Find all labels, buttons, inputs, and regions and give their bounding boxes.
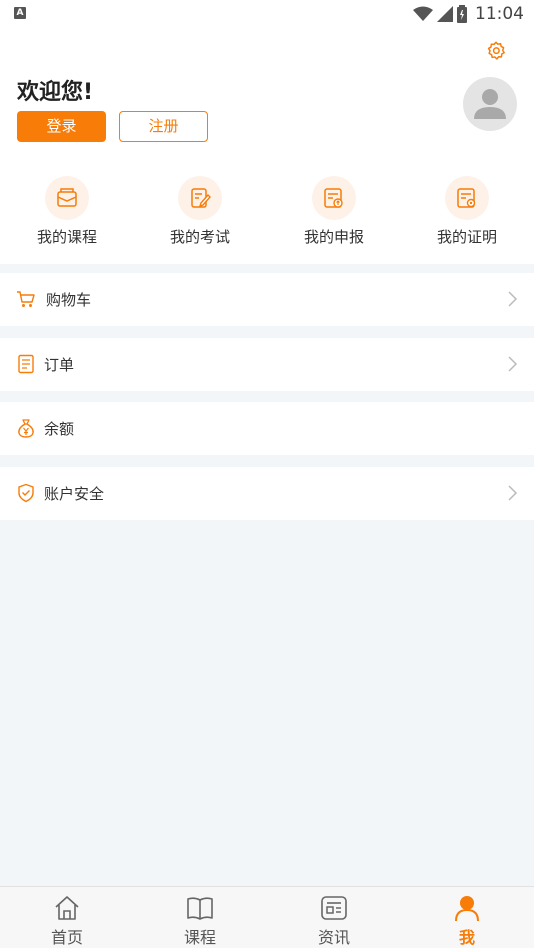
shortcut-my-declarations[interactable]: 我的申报: [284, 176, 384, 260]
course-icon: [57, 188, 77, 207]
balance-icon: [18, 419, 34, 438]
home-icon: [55, 896, 79, 920]
person-icon: [455, 896, 479, 922]
signal-icon: [437, 6, 453, 22]
shortcut-label: 我的考试: [169, 228, 230, 246]
tab-label: 课程: [183, 928, 216, 947]
shortcut-label: 我的申报: [303, 228, 364, 246]
settings-gear-icon[interactable]: [485, 40, 507, 62]
tab-home[interactable]: 首页: [0, 887, 134, 948]
register-button[interactable]: 注册: [119, 111, 208, 142]
welcome-title: 欢迎您!: [17, 80, 94, 105]
shield-icon: [18, 483, 34, 503]
tab-me[interactable]: 我: [400, 887, 534, 948]
news-icon: [321, 896, 347, 920]
shortcut-my-exams[interactable]: 我的考试: [150, 176, 250, 260]
clock: 11:04: [475, 4, 524, 24]
shortcut-my-courses[interactable]: 我的课程: [17, 176, 117, 260]
menu-label: 账户安全: [44, 485, 105, 503]
menu-label: 订单: [44, 356, 75, 374]
avatar[interactable]: [463, 77, 517, 131]
shortcut-label: 我的课程: [36, 228, 97, 246]
wifi-icon: [413, 6, 433, 21]
login-button[interactable]: 登录: [17, 111, 106, 142]
shortcut-grid: 我的课程 我的考试 我的申报 我的证明: [0, 176, 534, 260]
chevron-right-icon: [508, 291, 518, 307]
shortcut-label: 我的证明: [436, 228, 497, 246]
menu-item-cart[interactable]: 购物车: [0, 273, 534, 326]
exam-icon: [191, 188, 211, 208]
menu-item-balance[interactable]: 余额: [0, 402, 534, 455]
tab-label: 我: [458, 928, 475, 947]
declaration-icon: [324, 188, 343, 208]
status-bar: A 11:04: [0, 0, 534, 28]
shortcut-my-certificates[interactable]: 我的证明: [417, 176, 517, 260]
tab-label: 资讯: [317, 928, 350, 947]
profile-header: 欢迎您! 登录 注册 我的课程 我的考试 我的申报 我的证明: [0, 28, 534, 264]
chevron-right-icon: [508, 356, 518, 372]
battery-icon: [457, 5, 467, 23]
menu-item-account-security[interactable]: 账户安全: [0, 467, 534, 520]
cart-icon: [17, 291, 35, 307]
menu-item-orders[interactable]: 订单: [0, 338, 534, 391]
chevron-right-icon: [508, 485, 518, 501]
menu-label: 余额: [44, 420, 75, 438]
tab-news[interactable]: 资讯: [267, 887, 401, 948]
bottom-tab-bar: 首页 课程 资讯 我: [0, 886, 534, 948]
book-icon: [187, 897, 213, 920]
order-icon: [18, 354, 34, 374]
menu-label: 购物车: [46, 291, 92, 309]
default-user-icon: [474, 89, 506, 119]
tab-label: 首页: [50, 928, 83, 947]
certificate-icon: [457, 188, 476, 208]
tab-courses[interactable]: 课程: [133, 887, 267, 948]
notification-icon: A: [14, 7, 26, 19]
